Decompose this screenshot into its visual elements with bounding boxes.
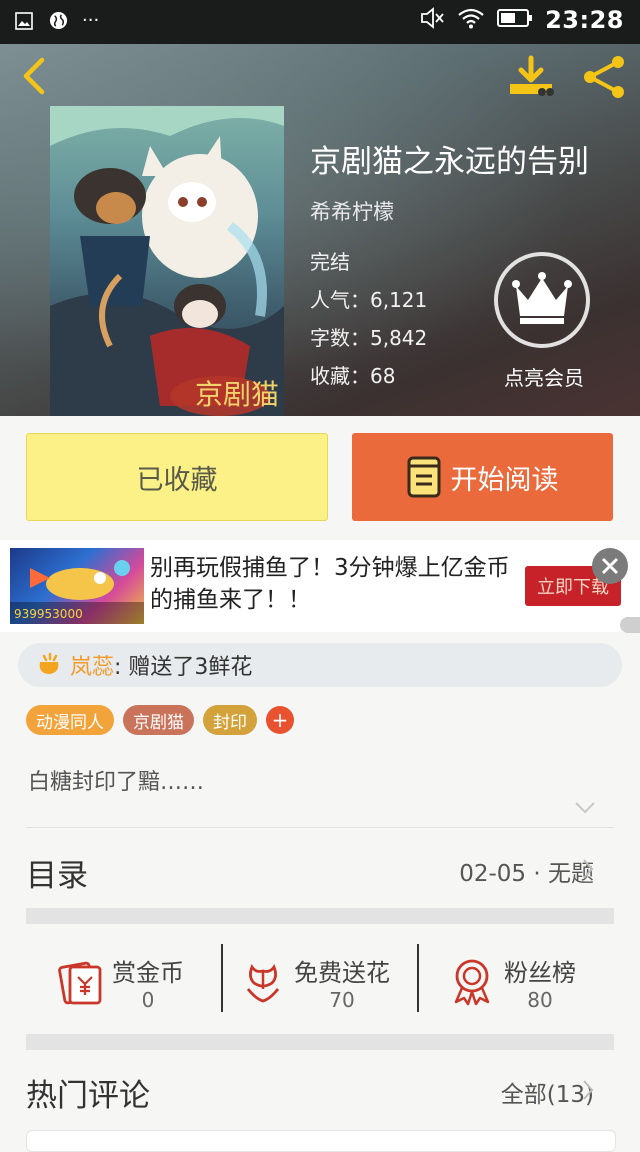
book-author[interactable]: 希希柠檬 bbox=[310, 196, 394, 226]
section-separator bbox=[26, 1034, 614, 1050]
status-bar: ··· 23:28 bbox=[0, 0, 640, 44]
ad-marker-icon bbox=[620, 617, 640, 633]
tag-item[interactable]: 动漫同人 bbox=[26, 705, 114, 735]
free-flowers-label: 免费送花 bbox=[294, 958, 390, 987]
free-flowers-value: 70 bbox=[329, 987, 355, 1012]
share-icon bbox=[584, 56, 624, 98]
reward-coins-stat[interactable]: 赏金币 0 bbox=[56, 944, 184, 1020]
mute-icon bbox=[419, 6, 445, 34]
gift-notification-icon bbox=[39, 652, 59, 674]
chevron-right-icon[interactable] bbox=[582, 1079, 594, 1105]
start-reading-button[interactable]: 开始阅读 bbox=[352, 433, 613, 521]
toc-title[interactable]: 目录 bbox=[26, 850, 88, 895]
vip-button[interactable] bbox=[494, 252, 590, 348]
book-popularity: 人气：6,121 bbox=[310, 288, 428, 312]
wifi-icon bbox=[457, 7, 485, 33]
medal-icon bbox=[454, 959, 490, 1006]
gift-user[interactable]: 岚蕊 bbox=[70, 649, 114, 681]
download-button[interactable] bbox=[506, 54, 556, 100]
crown-icon bbox=[512, 272, 572, 324]
book-status: 完结 bbox=[310, 250, 350, 274]
reward-coins-value: 0 bbox=[141, 987, 155, 1012]
back-arrow-icon bbox=[23, 57, 45, 95]
battery-icon bbox=[497, 8, 533, 32]
chevron-down-icon bbox=[575, 802, 595, 814]
ad-image[interactable]: 939953000 bbox=[10, 548, 144, 624]
clock: 23:28 bbox=[545, 6, 624, 34]
comment-card[interactable] bbox=[26, 1130, 616, 1152]
fan-ranking-value: 80 bbox=[527, 987, 553, 1012]
book-icon bbox=[407, 456, 440, 498]
divider bbox=[26, 827, 614, 828]
free-flowers-stat[interactable]: 免费送花 70 bbox=[242, 944, 390, 1020]
chevron-right-icon[interactable] bbox=[582, 858, 594, 884]
cover-logo: 京剧猫 bbox=[195, 378, 279, 411]
book-favorites: 收藏：68 bbox=[310, 364, 396, 388]
expand-description-button[interactable] bbox=[574, 800, 596, 814]
reward-coins-label: 赏金币 bbox=[112, 958, 184, 987]
all-comments-link[interactable]: 全部(13) bbox=[501, 1075, 594, 1109]
gift-notification: 岚蕊 : 赠送了3鲜花 bbox=[18, 643, 622, 687]
start-reading-label: 开始阅读 bbox=[450, 464, 559, 496]
more-notifications-icon: ··· bbox=[82, 10, 100, 31]
gift-message: : 赠送了3鲜花 bbox=[114, 655, 253, 680]
vip-label[interactable]: 点亮会员 bbox=[494, 362, 594, 391]
back-button[interactable] bbox=[14, 54, 58, 98]
book-description[interactable]: 白糖封印了黯…… bbox=[28, 764, 204, 796]
coin-envelope-icon bbox=[58, 961, 102, 1005]
download-icon bbox=[510, 55, 554, 96]
book-header: 京剧猫 京剧猫之永远的告别 希希柠檬 完结 人气：6,121 字数：5,842 … bbox=[0, 44, 640, 416]
add-tag-button[interactable]: + bbox=[266, 706, 294, 734]
globe-icon bbox=[48, 11, 68, 31]
ad-image-text: 939953000 bbox=[14, 607, 83, 621]
collected-button[interactable]: 已收藏 bbox=[26, 433, 328, 521]
tag-item[interactable]: 京剧猫 bbox=[123, 705, 194, 735]
stat-divider bbox=[417, 944, 419, 1012]
image-icon bbox=[14, 11, 34, 31]
fan-ranking-stat[interactable]: 粉丝榜 80 bbox=[450, 944, 576, 1020]
section-separator bbox=[26, 908, 614, 924]
book-word-count: 字数：5,842 bbox=[310, 326, 428, 350]
fan-ranking-label: 粉丝榜 bbox=[504, 958, 576, 987]
flower-icon bbox=[246, 964, 280, 1003]
toc-latest-chapter[interactable]: 02-05 · 无题 bbox=[459, 854, 594, 888]
tag-list: 动漫同人 京剧猫 封印 + bbox=[26, 705, 294, 735]
book-title: 京剧猫之永远的告别 bbox=[310, 144, 589, 180]
hot-comments-title: 热门评论 bbox=[26, 1078, 150, 1114]
ad-text[interactable]: 别再玩假捕鱼了！3分钟爆上亿金币的捕鱼来了！！ bbox=[150, 552, 510, 616]
book-cover-image[interactable]: 京剧猫 bbox=[50, 106, 284, 416]
ad-close-button[interactable] bbox=[592, 548, 628, 584]
stat-divider bbox=[221, 944, 223, 1012]
share-button[interactable] bbox=[580, 54, 630, 100]
close-icon bbox=[601, 557, 619, 575]
tag-item[interactable]: 封印 bbox=[203, 705, 257, 735]
